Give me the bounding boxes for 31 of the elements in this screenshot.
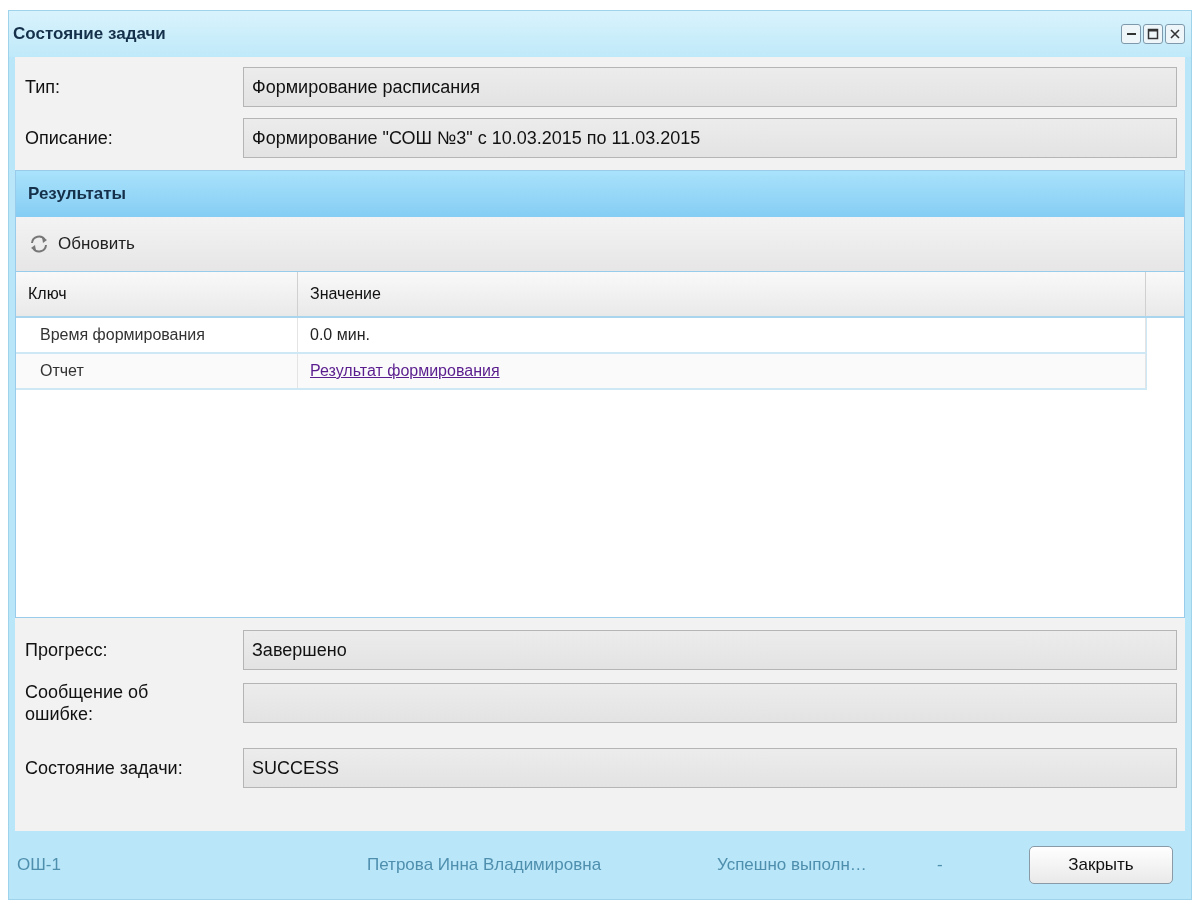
- refresh-button[interactable]: Обновить: [24, 231, 139, 257]
- field-label: Сообщение об ошибке:: [25, 681, 150, 725]
- close-icon: [1169, 28, 1181, 40]
- column-header[interactable]: Ключ: [16, 272, 298, 316]
- text-field[interactable]: [243, 683, 1177, 723]
- close-button[interactable]: [1165, 24, 1185, 44]
- minimize-icon: [1126, 33, 1136, 35]
- panel-title: Результаты: [28, 184, 126, 204]
- table-cell: Время формирования: [16, 318, 298, 352]
- background-table-cell-text: Успешно выполн…: [717, 855, 868, 875]
- field-label: Состояние задачи:: [25, 757, 184, 779]
- minimize-button[interactable]: [1121, 24, 1141, 44]
- table-cell: 0.0 мин.: [310, 326, 370, 344]
- text-field[interactable]: Завершено: [243, 630, 1177, 670]
- result-link[interactable]: Результат формирования: [310, 362, 500, 380]
- maximize-icon: [1147, 28, 1159, 40]
- window-title: Состояние задачи: [13, 24, 166, 44]
- refresh-icon: [28, 233, 50, 255]
- text-field[interactable]: Формирование "СОШ №3" с 10.03.2015 по 11.03.2015: [243, 118, 1177, 158]
- column-header[interactable]: Значение: [298, 272, 1146, 316]
- background-table-cell-text: Петрова Инна Владимировна: [367, 855, 603, 875]
- field-label: Прогресс:: [25, 639, 109, 661]
- field-label: Тип:: [25, 76, 61, 98]
- background-table-cell-text: ОШ-1: [17, 855, 62, 875]
- maximize-button[interactable]: [1143, 24, 1163, 44]
- table-cell: Отчет: [16, 354, 298, 388]
- background-table-cell: -: [937, 855, 943, 875]
- close-button[interactable]: Закрыть: [1029, 846, 1173, 884]
- text-field[interactable]: Формирование расписания: [243, 67, 1177, 107]
- text-field[interactable]: SUCCESS: [243, 748, 1177, 788]
- field-label: Описание:: [25, 127, 114, 149]
